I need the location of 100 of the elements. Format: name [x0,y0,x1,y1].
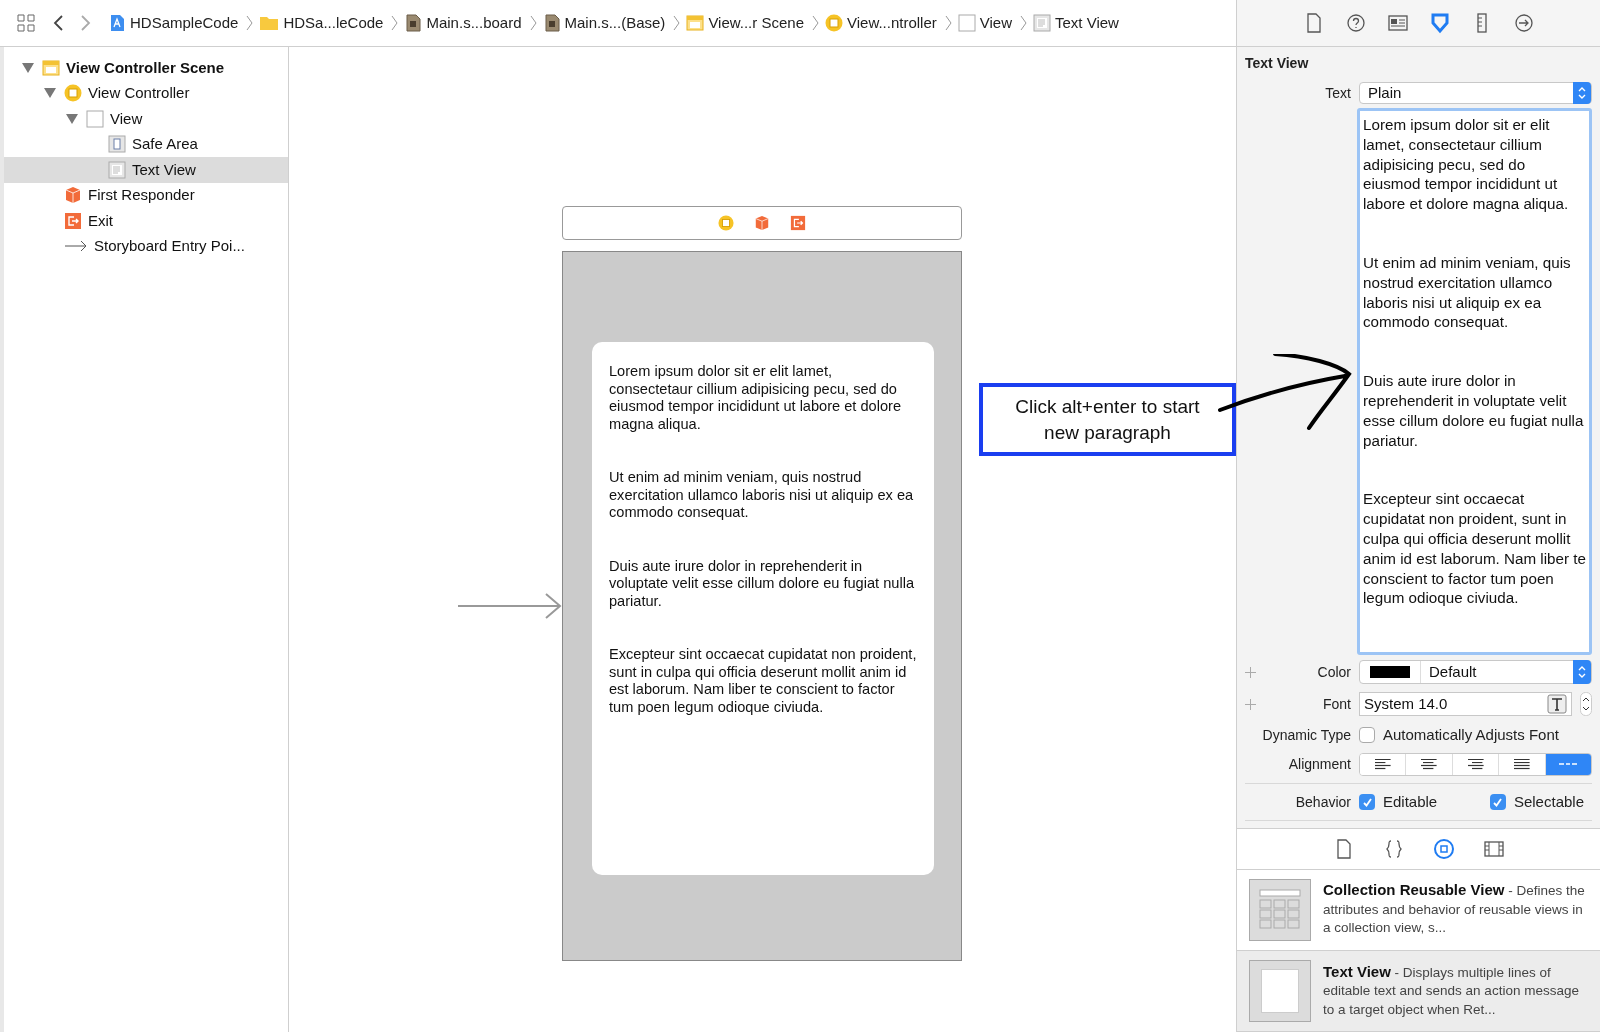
help-icon[interactable] [1344,12,1367,34]
document-icon [542,14,561,32]
document-icon [404,14,423,32]
controller-icon [825,14,843,32]
paragraph: Duis aute irure dolor in reprehenderit in voluptate velit esse cillum dolore eu fugiat nulla pariatur. [1363,371,1585,451]
folder-icon [259,14,280,32]
breadcrumb-item[interactable]: View...ntroller [847,11,937,35]
field-label: Dynamic Type [1261,725,1351,745]
outline-label: Exit [88,210,113,231]
outline-label: Safe Area [132,134,198,154]
checkbox-label: Selectable [1513,791,1584,812]
stepper-icon [1578,86,1586,100]
id-card-icon[interactable] [1386,12,1409,34]
outline-label: View Controller [88,83,190,103]
breadcrumb-item[interactable]: View...r Scene [708,11,804,35]
breadcrumb-item[interactable]: HDSa...leCode [283,11,384,35]
checkbox[interactable] [1489,794,1506,810]
controller-icon [718,215,734,231]
field-label: Color [1316,662,1351,682]
expanded-triangle-icon[interactable] [66,113,78,124]
app-project-icon [108,14,126,32]
text-editor[interactable] [1357,108,1592,655]
expanded-triangle-icon[interactable] [22,62,34,73]
paragraph: Lorem ipsum dolor sit er elit lamet, consectetaur cillium adipisicing pecu, sed do eiusmod tempor incididunt ut labore et dolore magna aliqua. [609,363,903,433]
field-label: Alignment [1287,754,1351,774]
stepper-icon[interactable] [1580,692,1592,716]
breadcrumb-item[interactable]: HDSampleCode [130,11,239,35]
field-label: Behavior [1294,792,1351,812]
text-type-dropdown[interactable]: Plain [1359,82,1592,104]
exit-icon [790,215,806,231]
font-field[interactable]: System 14.0 [1359,692,1572,716]
color-swatch [1370,666,1410,678]
color-dropdown[interactable]: Default [1359,660,1592,684]
checkmark-icon [1492,796,1504,808]
view-icon [86,109,104,128]
view-icon [957,14,976,32]
grid-thumbnail [1249,878,1311,941]
checkbox[interactable] [1359,727,1375,743]
checkmark-icon [1361,796,1373,808]
outline-label: Text View [132,159,196,180]
align-right-icon [1465,758,1486,770]
stepper-icon [1578,665,1586,679]
controller-icon [64,84,82,103]
back-icon[interactable] [52,14,64,32]
outline-row[interactable]: View Controller Scene [4,55,288,81]
align-left-icon [1372,758,1393,770]
paragraph: Ut enim ad minim veniam, quis nostrud exercitation ullamco laboris nisi ut aliquip ex ea commodo consequat. [609,469,915,522]
object-icon[interactable] [1432,837,1455,860]
outline-row[interactable]: First Responder [4,182,288,208]
font-picker-icon[interactable] [1547,694,1567,714]
field-label: Font [1322,694,1351,714]
chevron-icon [944,15,952,31]
annotation-text: Click alt+enter to start new paragraph [1014,394,1201,445]
chevron-icon [1020,15,1027,31]
exit-icon [64,211,82,230]
text-view-icon [1033,14,1051,32]
cube-icon [64,186,82,205]
align-center-icon [1419,758,1440,770]
library-item[interactable]: Collection Reusable View - Defines the attributes and behavior of reusable views in a collection view, s... [1237,869,1600,951]
outline-row[interactable]: View Controller [4,80,288,106]
text-view[interactable] [592,342,934,875]
checkbox-label: Editable [1383,791,1438,812]
outline-row[interactable]: Text View [4,157,288,183]
breadcrumb-item[interactable]: View [979,11,1012,35]
chevron-icon [812,15,819,31]
cube-icon [754,215,770,231]
chevron-icon [673,15,681,31]
library-item-description: Collection Reusable View - Defines the attributes and behavior of reusable views in a collection view, s... [1323,881,1586,938]
chevron-icon [246,15,254,31]
chevron-icon [529,15,537,31]
safe-area-icon [108,135,126,154]
paragraph: Excepteur sint occaecat cupidatat non proident, sunt in culpa qui officia deserunt mollit anim id est laborum. Nam liber te conscient to factor tum poen legum odioque civiuda. [609,646,917,716]
outline-label: View [110,108,143,129]
paragraph: Excepteur sint occaecat cupidatat non proident, sunt in culpa qui officia deserunt mollit anim id est laborum. Nam liber te conscient to factor tum poen legum odioque civiuda. [1363,489,1586,609]
scene-icon [42,58,60,77]
chevron-icon [391,15,399,31]
grid-icon[interactable] [16,13,36,33]
text-view-icon [108,160,126,179]
text-view-thumbnail [1249,959,1311,1022]
outline-label: View Controller Scene [66,57,225,78]
breadcrumb-item[interactable]: Text View [1055,11,1119,35]
paragraph: Duis aute irure dolor in reprehenderit in voluptate velit esse cillum dolore eu fugiat nulla pariatur. [609,557,916,610]
scene-icon [686,14,705,32]
arrow-circle-icon[interactable] [1512,12,1535,34]
outline-row[interactable]: Exit [4,208,288,234]
outline-label: First Responder [88,185,195,205]
outline-row[interactable]: Safe Area [4,131,288,157]
outline-label: Storyboard Entry Poi... [94,236,245,256]
library-item-description: Text View - Displays multiple lines of editable text and sends an action message to a target object when Ret... [1323,962,1580,1019]
library-item[interactable]: Text View - Displays multiple lines of editable text and sends an action message to a target object when Ret... [1237,950,1600,1032]
breadcrumb-item[interactable]: Main.s...board [426,11,522,35]
paragraph: Ut enim ad minim veniam, quis nostrud exercitation ullamco laboris nisi ut aliquip ex ea commodo consequat. [1363,253,1572,333]
align-justified-icon [1511,758,1532,770]
outline-row[interactable]: View [4,106,288,132]
expanded-triangle-icon[interactable] [44,88,56,99]
forward-icon[interactable] [80,14,92,32]
breadcrumb-item[interactable]: Main.s...(Base) [564,11,666,35]
inspector-title: Text View [1245,54,1310,73]
checkbox[interactable] [1359,794,1375,810]
outline-row[interactable]: Storyboard Entry Poi... [4,233,288,259]
